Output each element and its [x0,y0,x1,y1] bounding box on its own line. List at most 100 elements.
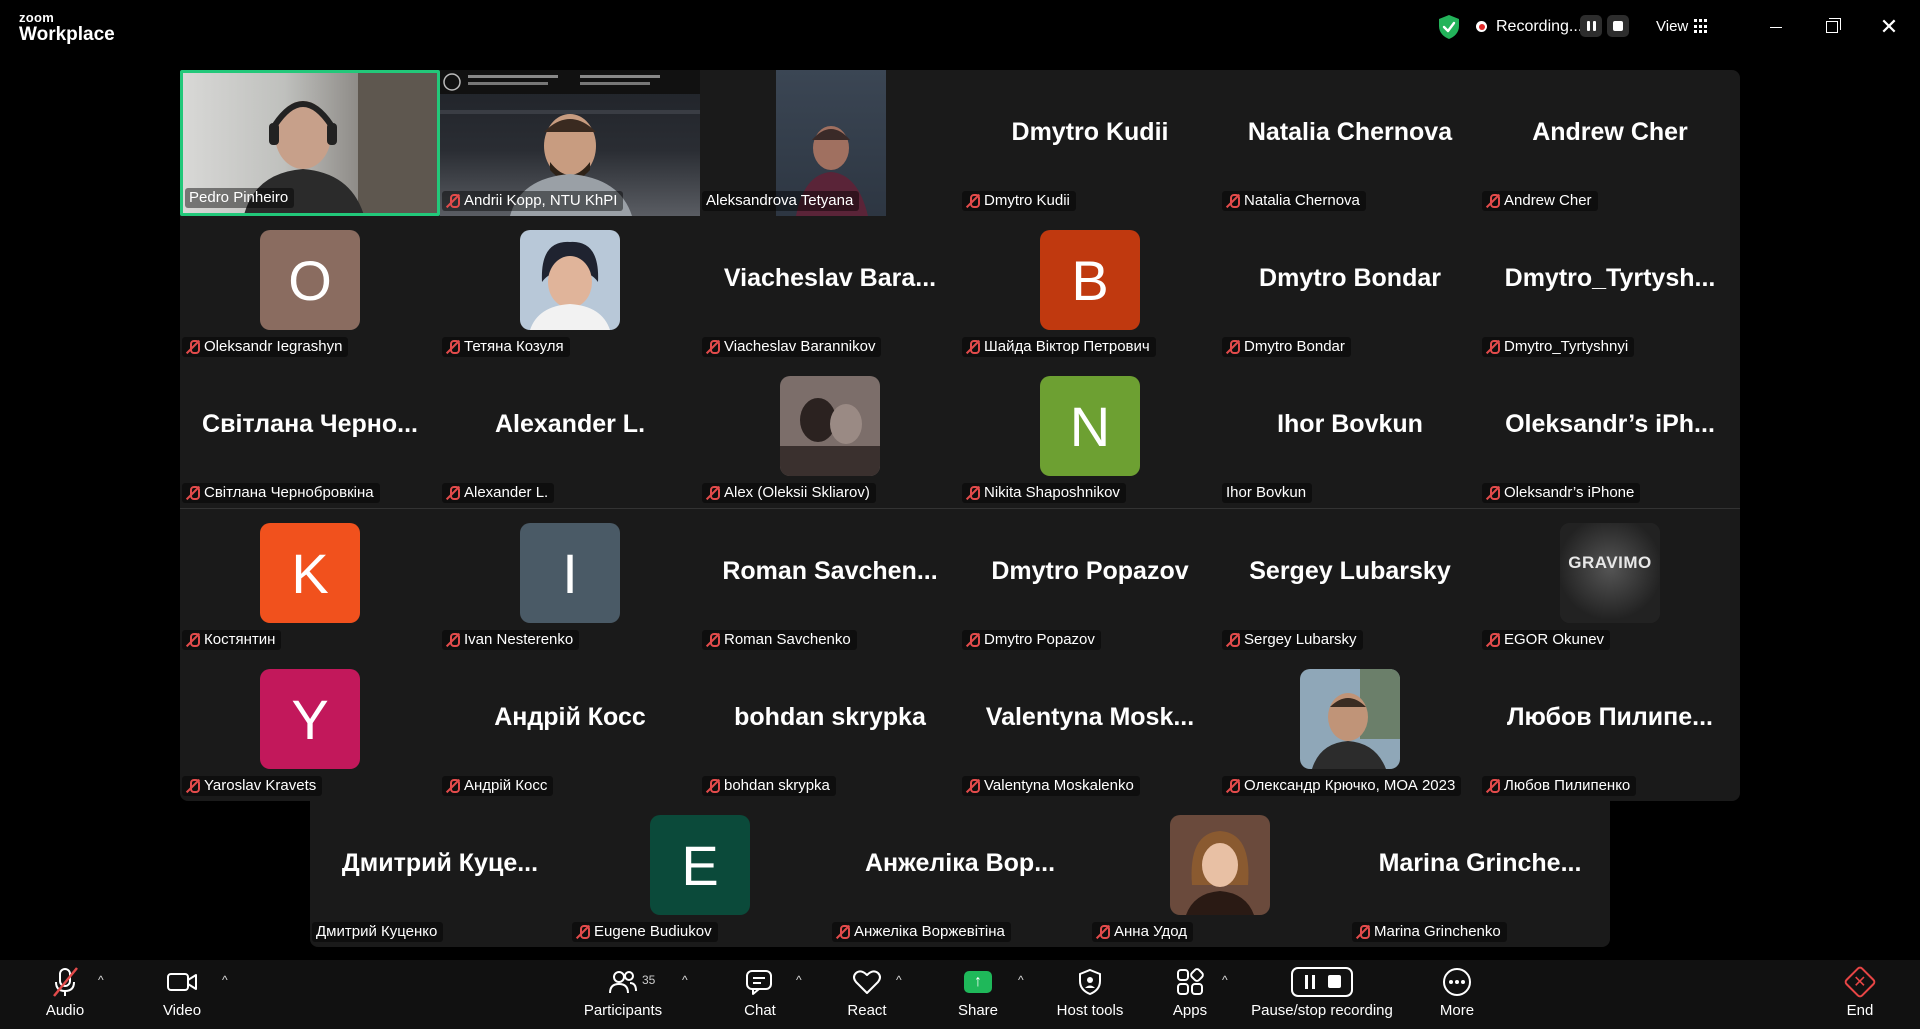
participant-name-label: Yaroslav Kravets [182,776,323,796]
more-button[interactable]: More [1434,962,1480,1026]
video-label: Video [162,1002,202,1019]
participants-options-chevron-up-icon[interactable]: ^ [682,973,688,987]
avatar-logo-text: GRAVIMO [1568,553,1652,572]
muted-mic-icon [1096,924,1110,940]
participant-name-label: Viacheslav Barannikov [702,337,882,357]
participant-tile[interactable]: N Nikita Shaposhnikov [960,362,1220,508]
participant-tile[interactable]: Dmytro Kudii Dmytro Kudii [960,70,1220,216]
participant-tile[interactable]: Олександр Крючко, МОА 2023 [1220,655,1480,801]
participant-tile[interactable]: Andrii Kopp, NTU KhPI [440,70,700,216]
view-button[interactable]: View [1656,18,1688,35]
participant-tile[interactable]: Aleksandrova Tetyana [700,70,960,216]
restore-icon [1826,18,1841,33]
minimize-button[interactable] [1762,13,1790,41]
apps-options-chevron-up-icon[interactable]: ^ [1222,973,1228,987]
react-options-chevron-up-icon[interactable]: ^ [896,973,902,987]
participant-name-label: bohdan skrypka [702,776,836,796]
participant-tile[interactable]: Андрій Косс Андрій Косс [440,655,700,801]
chat-button[interactable]: Chat [737,962,783,1026]
apps-label: Apps [1172,1002,1208,1019]
participant-name-label: Ivan Nesterenko [442,630,580,650]
host-tools-button[interactable]: Host tools [1054,962,1126,1026]
participant-name-label: Шайда Віктор Петрович [962,337,1156,357]
end-icon: ✕ [1843,965,1877,999]
participant-tile[interactable]: Dmytro_Tyrtysh... Dmytro_Tyrtyshnyi [1480,216,1740,362]
participant-tile[interactable]: Alexander L. Alexander L. [440,362,700,508]
participant-tile[interactable]: Дмитрий Куце... Дмитрий Куценко [310,801,570,947]
participant-display-name: Dmytro Bondar [1259,264,1441,292]
pause-recording-button[interactable] [1580,15,1602,37]
apps-button[interactable]: Apps [1168,962,1212,1026]
participant-tile[interactable]: Любов Пилипе... Любов Пилипенко [1480,655,1740,801]
participant-tile[interactable]: I Ivan Nesterenko [440,509,700,655]
participant-tile[interactable]: Анна Удод [1090,801,1350,947]
muted-mic-icon [1226,778,1240,794]
participant-tile[interactable]: Marina Grinche... Marina Grinchenko [1350,801,1610,947]
participant-tile[interactable]: Valentyna Mosk... Valentyna Moskalenko [960,655,1220,801]
participants-icon [609,971,637,994]
share-button[interactable]: ↑ Share [954,962,1002,1026]
share-arrow-icon: ↑ [964,971,992,993]
participant-tile[interactable]: E Eugene Budiukov [570,801,830,947]
participant-name-label: Andrii Kopp, NTU KhPI [442,191,624,211]
participant-tile[interactable]: Анжеліка Вор... Анжеліка Воржевітіна [830,801,1090,947]
participant-name-label: Любов Пилипенко [1482,776,1637,796]
participant-tile-active[interactable]: Pedro Pinheiro [180,70,440,216]
muted-mic-icon [966,778,980,794]
avatar [520,230,620,330]
end-meeting-button[interactable]: ✕ End [1840,962,1880,1026]
close-window-button[interactable]: ✕ [1875,13,1903,41]
video-button[interactable]: Video [155,962,209,1026]
audio-options-chevron-up-icon[interactable]: ^ [98,973,104,987]
participant-tile[interactable]: bohdan skrypka bohdan skrypka [700,655,960,801]
restore-button[interactable] [1818,13,1846,41]
audio-button[interactable]: Audio [40,962,90,1026]
encryption-shield-icon[interactable] [1437,14,1461,40]
logo-brand-small: zoom [19,10,55,25]
minimize-icon [1770,26,1782,28]
participant-name-label: Oleksandr’s iPhone [1482,483,1641,503]
participant-tile[interactable]: Світлана Черно... Світлана Чернобровкіна [180,362,440,508]
grid-view-icon[interactable] [1694,19,1709,34]
participant-tile[interactable]: GRAVIMO EGOR Okunev [1480,509,1740,655]
participant-tile[interactable]: Roman Savchen... Roman Savchenko [700,509,960,655]
participant-name-label: Natalia Chernova [1222,191,1366,211]
react-button[interactable]: React [842,962,892,1026]
more-icon [1443,968,1471,996]
pause-stop-label: Pause/stop recording [1251,1002,1393,1019]
participant-tile[interactable]: B Шайда Віктор Петрович [960,216,1220,362]
react-label: React [847,1002,887,1019]
participant-display-name: Анжеліка Вор... [864,849,1056,877]
participant-tile[interactable]: K Костянтин [180,509,440,655]
stop-recording-button[interactable] [1607,15,1629,37]
participant-tile[interactable]: Viacheslav Bara... Viacheslav Barannikov [700,216,960,362]
participant-tile[interactable]: Andrew Cher Andrew Cher [1480,70,1740,216]
participant-name-label: Dmytro Kudii [962,191,1076,211]
muted-mic-icon [1486,485,1500,501]
participant-tile[interactable]: Dmytro Bondar Dmytro Bondar [1220,216,1480,362]
participant-name-label: Анжеліка Воржевітіна [832,922,1011,942]
muted-mic-icon [706,778,720,794]
share-options-chevron-up-icon[interactable]: ^ [1018,973,1024,987]
more-label: More [1439,1002,1475,1019]
avatar [1170,815,1270,915]
participant-display-name: Світлана Черно... [202,410,418,438]
participant-tile[interactable]: Alex (Oleksii Skliarov) [700,362,960,508]
participant-display-name: Dmytro_Tyrtysh... [1504,264,1716,292]
participant-name-label: Alexander L. [442,483,555,503]
pause-stop-recording-button[interactable]: Pause/stop recording [1248,962,1396,1026]
chat-options-chevron-up-icon[interactable]: ^ [796,973,802,987]
participant-tile[interactable]: Sergey Lubarsky Sergey Lubarsky [1220,509,1480,655]
participants-count: 35 [642,973,656,987]
participant-tile[interactable]: O Oleksandr Iegrashyn [180,216,440,362]
muted-mic-icon [186,778,200,794]
participant-tile[interactable]: Тетяна Козуля [440,216,700,362]
participant-tile[interactable]: Dmytro Popazov Dmytro Popazov [960,509,1220,655]
participant-tile[interactable]: Natalia Chernova Natalia Chernova [1220,70,1480,216]
participant-tile[interactable]: Oleksandr’s iPh... Oleksandr’s iPhone [1480,362,1740,508]
video-options-chevron-up-icon[interactable]: ^ [222,973,228,987]
avatar [780,376,880,476]
participant-tile[interactable]: Y Yaroslav Kravets [180,655,440,801]
participant-tile[interactable]: Ihor Bovkun Ihor Bovkun [1220,362,1480,508]
participants-button[interactable]: Participants [578,962,668,1026]
